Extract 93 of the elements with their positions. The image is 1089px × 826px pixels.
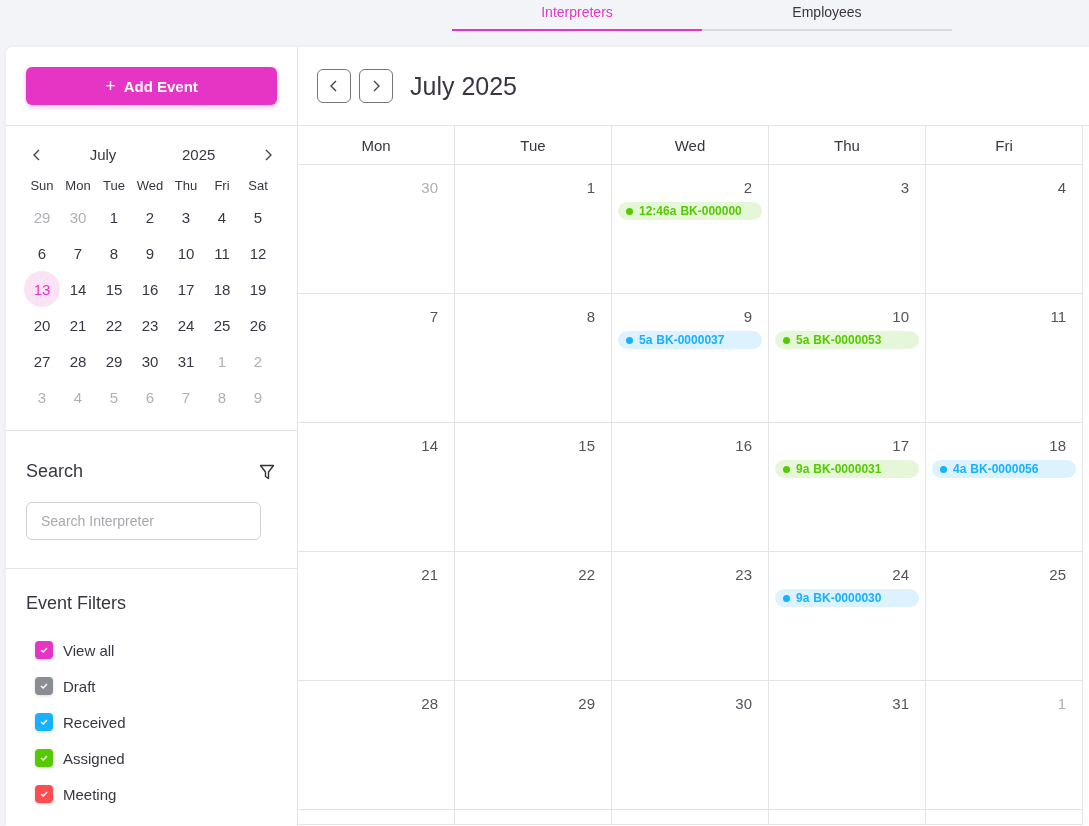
day-number: 17: [892, 437, 910, 454]
day-number: 2: [743, 179, 753, 196]
date-cell[interactable]: 4: [204, 199, 240, 235]
date-cell[interactable]: 21: [60, 307, 96, 343]
date-cell[interactable]: 6: [24, 235, 60, 271]
day-number: 29: [578, 695, 596, 712]
date-cell[interactable]: 11: [204, 235, 240, 271]
previous-button[interactable]: [317, 69, 351, 103]
date-cell[interactable]: 8: [96, 235, 132, 271]
filter-label: Draft: [63, 677, 96, 695]
checkbox[interactable]: [35, 641, 53, 659]
day-number: 31: [892, 695, 910, 712]
filter-label: Meeting: [63, 785, 117, 803]
date-cell[interactable]: 17: [168, 271, 204, 307]
add-event-button[interactable]: + Add Event: [26, 67, 277, 105]
date-cell[interactable]: 2: [132, 199, 168, 235]
day-number: 24: [892, 566, 910, 583]
day-number: 30: [421, 179, 439, 196]
date-cell[interactable]: 27: [24, 343, 60, 379]
weekday-label: Sun: [29, 177, 55, 195]
checkbox[interactable]: [35, 713, 53, 731]
checkbox[interactable]: [35, 785, 53, 803]
column-header: Fri: [926, 126, 1083, 165]
date-cell[interactable]: 18: [204, 271, 240, 307]
day-number: 9: [743, 308, 753, 325]
filter-icon[interactable]: [259, 463, 275, 480]
day-number: 16: [735, 437, 753, 454]
day-number: 14: [421, 437, 439, 454]
date-cell[interactable]: 22: [96, 307, 132, 343]
date-cell[interactable]: 10: [168, 235, 204, 271]
filters-title: Event Filters: [26, 593, 128, 614]
date-cell[interactable]: 20: [24, 307, 60, 343]
day-number: 3: [900, 179, 910, 196]
date-cell[interactable]: 24: [168, 307, 204, 343]
weekday-label: Thu: [173, 177, 199, 195]
checkbox[interactable]: [35, 749, 53, 767]
day-number: 1: [1057, 695, 1067, 712]
date-cell[interactable]: 14: [60, 271, 96, 307]
day-number: 1: [586, 179, 596, 196]
column-header: Wed: [612, 126, 769, 165]
weekday-label: Sat: [247, 177, 269, 195]
search-field[interactable]: Search Interpreter: [26, 502, 261, 540]
date-cell[interactable]: 19: [240, 271, 276, 307]
date-cell[interactable]: 23: [132, 307, 168, 343]
day-number: 11: [1050, 308, 1067, 325]
date-cell[interactable]: 25: [204, 307, 240, 343]
day-number: 23: [735, 566, 753, 583]
next-button[interactable]: [359, 69, 393, 103]
day-number: 15: [578, 437, 596, 454]
weekday-label: Fri: [213, 177, 231, 195]
day-number: 10: [892, 308, 910, 325]
date-cell[interactable]: 30: [132, 343, 168, 379]
date-cell[interactable]: 31: [168, 343, 204, 379]
tab[interactable]: Employees: [702, 0, 952, 31]
date-cell[interactable]: 3: [168, 199, 204, 235]
weekday-label: Tue: [102, 177, 126, 195]
day-number: 8: [586, 308, 596, 325]
date-cell[interactable]: 26: [240, 307, 276, 343]
column-header: Thu: [769, 126, 926, 165]
date-cell[interactable]: 28: [60, 343, 96, 379]
date-cell[interactable]: 1: [96, 199, 132, 235]
filter-label: View all: [63, 641, 115, 659]
date-cell[interactable]: 5: [240, 199, 276, 235]
weekday-label: Wed: [135, 177, 165, 195]
month-label[interactable]: July: [69, 146, 137, 163]
search-title: Search: [26, 461, 84, 482]
year-label[interactable]: 2025: [161, 146, 236, 163]
date-cell[interactable]: 15: [96, 271, 132, 307]
check-icon: [39, 789, 49, 799]
filter-label: Received: [63, 713, 126, 731]
check-icon: [39, 717, 49, 727]
day-number: 28: [421, 695, 439, 712]
weekday-label: Mon: [64, 177, 92, 195]
column-header: Tue: [455, 126, 612, 165]
column-header: Mon: [298, 126, 455, 165]
day-number: 7: [429, 308, 439, 325]
date-cell[interactable]: 16: [132, 271, 168, 307]
calendar-title: July 2025: [410, 71, 518, 101]
date-cell[interactable]: 9: [132, 235, 168, 271]
date-cell[interactable]: 12: [240, 235, 276, 271]
check-icon: [39, 645, 49, 655]
filter-label: Assigned: [63, 749, 125, 767]
date-cell[interactable]: 29: [96, 343, 132, 379]
day-number: 30: [735, 695, 753, 712]
check-icon: [39, 753, 49, 763]
checkbox[interactable]: [35, 677, 53, 695]
day-number: 25: [1049, 566, 1067, 583]
check-icon: [39, 681, 49, 691]
day-number: 18: [1049, 437, 1067, 454]
date-cell[interactable]: 7: [60, 235, 96, 271]
day-number: 21: [421, 566, 439, 583]
day-number: 4: [1057, 179, 1067, 196]
day-number: 22: [578, 566, 596, 583]
